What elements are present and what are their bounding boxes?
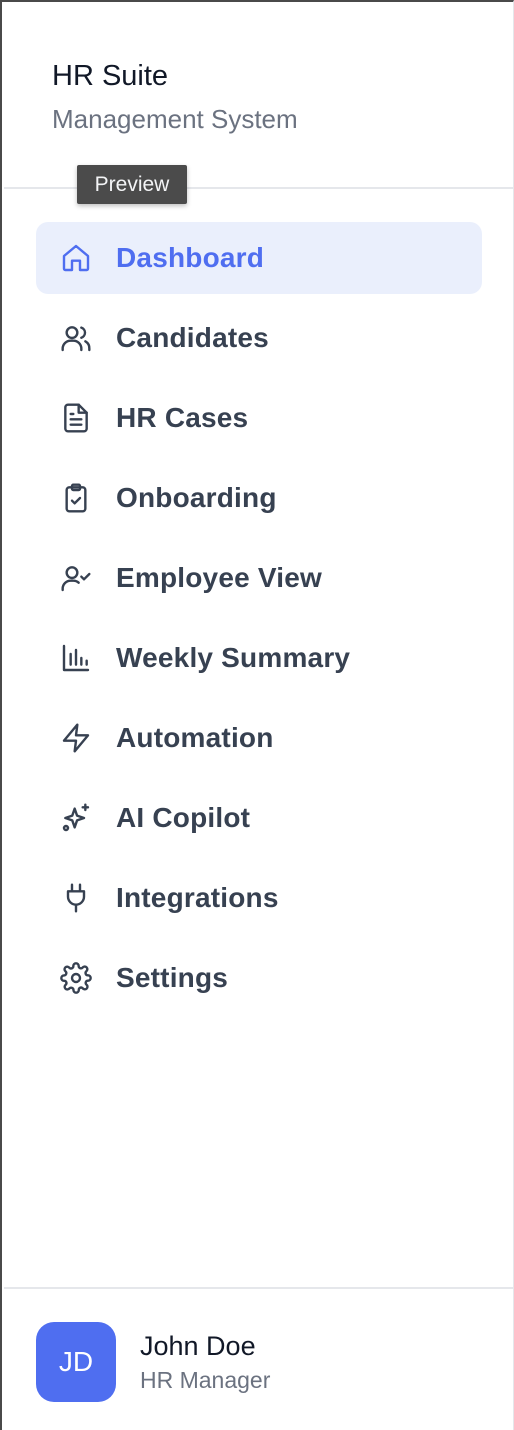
nav-label: Integrations — [116, 882, 279, 913]
footer-divider — [4, 1287, 513, 1289]
nav-item-ai-copilot[interactable]: AI Copilot — [36, 782, 482, 854]
nav-item-dashboard[interactable]: Dashboard — [36, 222, 482, 294]
plug-icon — [58, 880, 94, 916]
nav-item-weekly-summary[interactable]: Weekly Summary — [36, 622, 482, 694]
nav-label: Automation — [116, 722, 274, 753]
nav-label: Employee View — [116, 562, 322, 593]
lightning-icon — [58, 720, 94, 756]
brand-title: HR Suite — [52, 60, 169, 92]
nav-label: Onboarding — [116, 482, 277, 513]
user-check-icon — [58, 560, 94, 596]
user-role: HR Manager — [140, 1367, 271, 1393]
sidebar: HR Suite Management System Preview Dashb… — [0, 0, 514, 1430]
bar-chart-icon — [58, 640, 94, 676]
brand-subtitle: Management System — [52, 104, 298, 134]
user-info: John Doe HR Manager — [140, 1329, 270, 1395]
nav-label: Dashboard — [116, 242, 265, 273]
nav-label: Weekly Summary — [116, 642, 351, 673]
users-icon — [58, 320, 94, 356]
user-profile[interactable]: JD John Doe HR Manager — [36, 1322, 270, 1402]
sparkles-icon — [58, 800, 94, 836]
nav-label: HR Cases — [116, 402, 249, 433]
user-name: John Doe — [140, 1331, 256, 1361]
nav-item-onboarding[interactable]: Onboarding — [36, 462, 482, 534]
document-icon — [58, 400, 94, 436]
nav-item-integrations[interactable]: Integrations — [36, 862, 482, 934]
gear-icon — [58, 960, 94, 996]
clipboard-check-icon — [58, 480, 94, 516]
nav-item-employee-view[interactable]: Employee View — [36, 542, 482, 614]
home-icon — [58, 240, 94, 276]
nav-item-candidates[interactable]: Candidates — [36, 302, 482, 374]
nav-label: Candidates — [116, 322, 269, 353]
preview-tooltip: Preview — [77, 165, 187, 204]
brand: HR Suite Management System — [52, 58, 298, 136]
nav-item-automation[interactable]: Automation — [36, 702, 482, 774]
avatar: JD — [36, 1322, 116, 1402]
nav-label: AI Copilot — [116, 802, 251, 833]
sidebar-nav: Dashboard Candidates HR Cases Onboarding — [36, 222, 482, 1022]
nav-item-settings[interactable]: Settings — [36, 942, 482, 1014]
nav-item-hr-cases[interactable]: HR Cases — [36, 382, 482, 454]
nav-label: Settings — [116, 962, 229, 993]
